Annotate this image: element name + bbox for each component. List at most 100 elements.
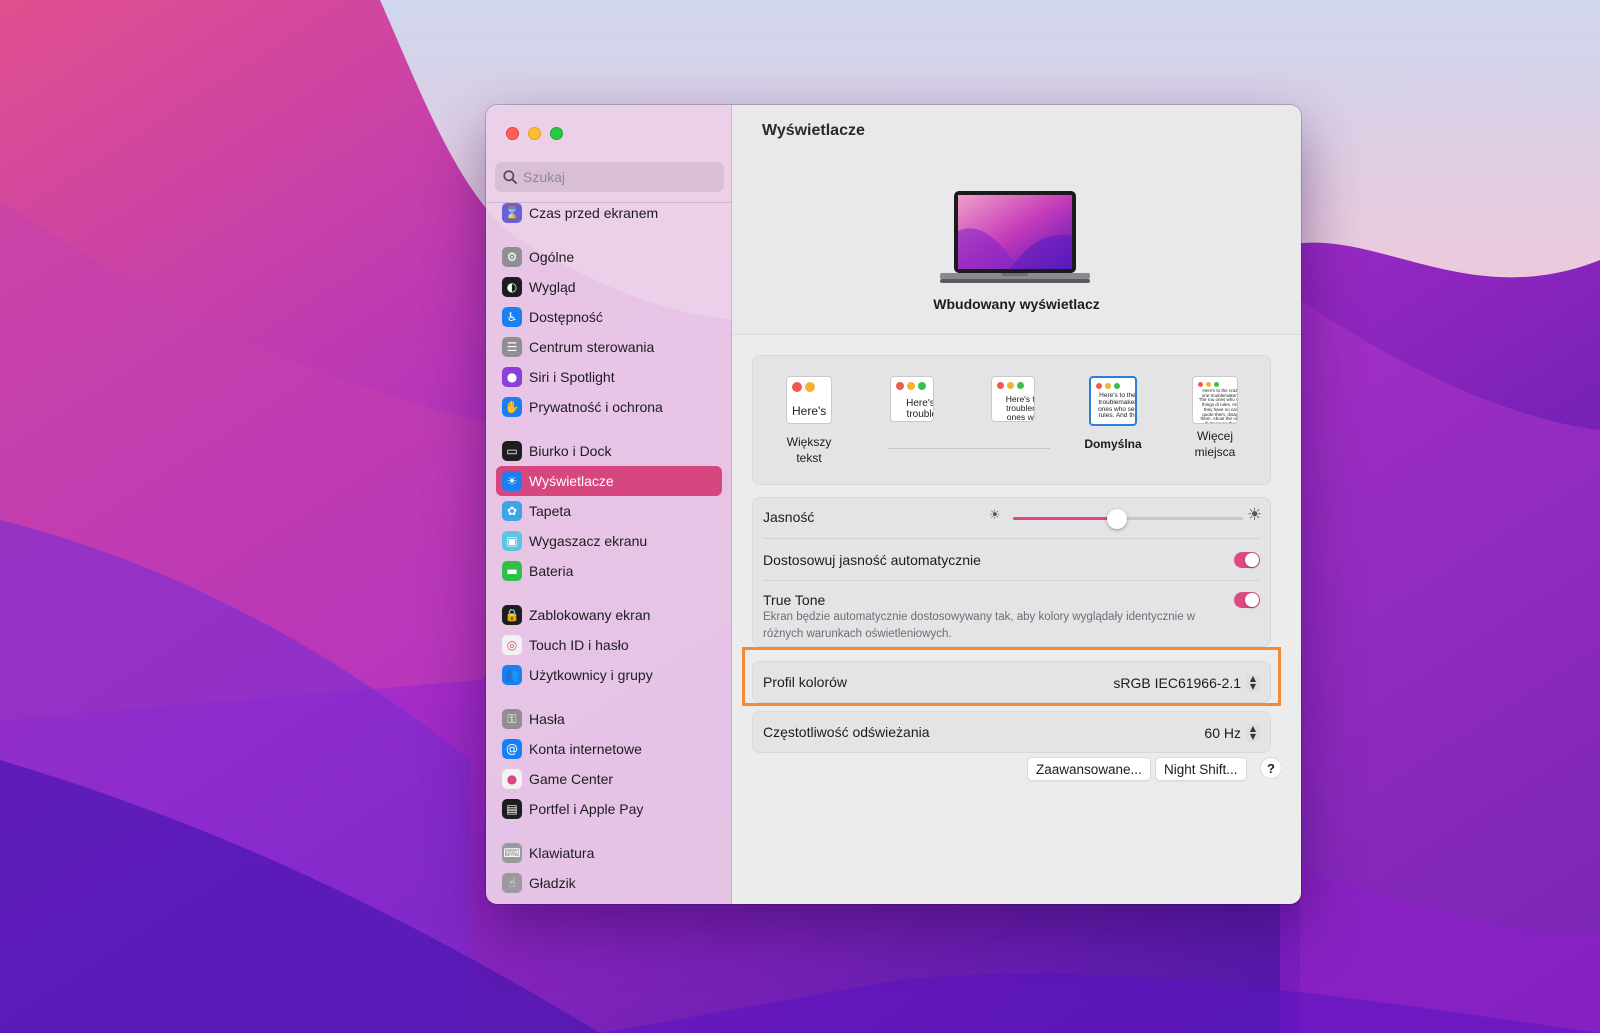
sidebar-item[interactable]: ▤ Portfel i Apple Pay (496, 794, 722, 824)
sidebar-item-label: Prywatność i ochrona (529, 399, 663, 415)
minimize-window-button[interactable] (528, 127, 541, 140)
resolution-option-2[interactable]: Here's to troublem (887, 376, 937, 422)
sidebar-item-label: Ogólne (529, 249, 575, 265)
sidebar-item[interactable]: 🔒 Zablokowany ekran (496, 600, 722, 630)
resolution-label: Większy tekst (786, 435, 832, 466)
help-button[interactable]: ? (1260, 757, 1282, 779)
sidebar-item-label: Tapeta (529, 503, 572, 519)
brightness-slider[interactable]: ☀ ☀ (989, 506, 1263, 530)
flower-icon: ✿ (502, 501, 522, 521)
sidebar-item-label: Game Center (529, 771, 614, 787)
gear-icon: ⚙ (502, 247, 522, 267)
sun-large-icon: ☀ (1247, 505, 1263, 525)
control-center-icon: ☰ (502, 337, 522, 357)
sidebar-item-label: Klawiatura (529, 845, 595, 861)
resolution-preview: Here's (786, 376, 832, 424)
brightness-track[interactable] (1013, 509, 1243, 529)
color-profile-label: Profil kolorów (763, 674, 848, 690)
sidebar-item[interactable]: ◎ Touch ID i hasło (496, 630, 722, 660)
sidebar-item-label: Biurko i Dock (529, 443, 612, 459)
sidebar-item-label: Konta internetowe (529, 741, 642, 757)
sidebar-item[interactable]: ⌨ Klawiatura (496, 838, 722, 868)
refresh-rate-row: Częstotliwość odświeżania 60 Hz ▲ ▼ (752, 711, 1271, 753)
resolution-option-larger-text[interactable]: Here's Większy tekst (773, 376, 845, 466)
sidebar-item[interactable]: ⚿ Hasła (496, 704, 722, 734)
sun-icon: ☀ (502, 471, 522, 491)
resolution-preview: Here's to the c troublemakers. ones who … (1089, 376, 1137, 426)
sidebar-item[interactable]: ☝ Gładzik (496, 868, 722, 898)
display-settings-group: Jasność ☀ ☀ Dostosowuj jasność automatyc… (752, 497, 1271, 647)
sidebar-item-label: Centrum sterowania (529, 339, 655, 355)
sidebar-item[interactable]: ▭ Biurko i Dock (496, 436, 722, 466)
sidebar-item[interactable]: ⌛ Czas przed ekranem (496, 198, 722, 228)
laptop-icon[interactable] (940, 191, 1090, 286)
lock-icon: 🔒 (502, 605, 522, 625)
zoom-window-button[interactable] (550, 127, 563, 140)
resolution-option-default[interactable]: Here's to the c troublemakers. ones who … (1075, 376, 1151, 452)
brightness-label: Jasność (763, 509, 815, 525)
auto-brightness-toggle[interactable] (1234, 552, 1260, 568)
settings-window: ⌛ Czas przed ekranem ⚙ Ogólne ◐ Wygląd ♿ Dostęp… (486, 105, 1301, 904)
game-center-icon: ● (502, 769, 522, 789)
night-shift-button[interactable]: Night Shift... (1155, 757, 1247, 781)
sidebar-item-label: Siri i Spotlight (529, 369, 615, 385)
sidebar-item[interactable]: ♿ Dostępność (496, 302, 722, 332)
chevron-up-down-icon: ▲ ▼ (1246, 674, 1260, 692)
sidebar-item[interactable]: ✋ Prywatność i ochrona (496, 392, 722, 422)
sidebar-item[interactable]: ☰ Centrum sterowania (496, 332, 722, 362)
sidebar-item[interactable]: ◐ Wygląd (496, 272, 722, 302)
sidebar-item[interactable]: ● Game Center (496, 764, 722, 794)
sidebar-item-label: Wyświetlacze (529, 473, 614, 489)
users-icon: 👥 (502, 665, 522, 685)
sidebar-item[interactable]: @ Konta internetowe (496, 734, 722, 764)
chevron-up-down-icon: ▲ ▼ (1246, 724, 1260, 742)
page-title: Wyświetlacze (762, 122, 865, 139)
brightness-knob[interactable] (1106, 509, 1127, 529)
hourglass-icon: ⌛ (502, 203, 522, 223)
resolution-option-more-space[interactable]: Here's to the crazy one troublemakers. T… (1177, 376, 1253, 460)
sidebar-item-label: Zablokowany ekran (529, 607, 651, 623)
sidebar-item[interactable]: ✿ Tapeta (496, 496, 722, 526)
sidebar-item-label: Użytkownicy i grupy (529, 667, 653, 683)
sidebar-item[interactable]: ☀ Wyświetlacze (496, 466, 722, 496)
sidebar-item[interactable]: ⚙ Ogólne (496, 242, 722, 272)
resolution-label: Domyślna (1084, 437, 1142, 451)
search-icon (503, 170, 517, 184)
true-tone-label: True Tone (763, 592, 826, 608)
refresh-rate-value: 60 Hz (1204, 725, 1241, 741)
sidebar-item-label: Bateria (529, 563, 574, 579)
resolution-option-3[interactable]: Here's to t troublema ones who (988, 376, 1038, 422)
search-input[interactable] (523, 169, 713, 185)
sidebar-item[interactable]: ● Siri i Spotlight (496, 362, 722, 392)
siri-icon: ● (502, 367, 522, 387)
sidebar-item[interactable]: ▬ Bateria (496, 556, 722, 586)
resolution-label: Więcej miejsca (1194, 429, 1236, 460)
resolution-preview: Here's to troublem (890, 376, 934, 422)
search-field[interactable] (495, 162, 724, 192)
row-divider (763, 580, 1260, 581)
sidebar-item[interactable]: ▣ Wygaszacz ekranu (496, 526, 722, 556)
sidebar-item-label: Touch ID i hasło (529, 637, 629, 653)
sidebar-item-label: Dostępność (529, 309, 603, 325)
refresh-rate-label: Częstotliwość odświeżania (763, 724, 930, 740)
sidebar-item-label: Portfel i Apple Pay (529, 801, 644, 817)
true-tone-description: Ekran będzie automatycznie dostosowywany… (763, 611, 1196, 640)
color-profile-row: Profil kolorów sRGB IEC61966-2.1 ▲ ▼ (752, 661, 1271, 703)
preview-text: Here's to the c troublemakers. ones who … (1098, 392, 1137, 420)
display-name[interactable]: Wbudowany wyświetlacz (732, 296, 1301, 312)
sidebar-item[interactable]: 👥 Użytkownicy i grupy (496, 660, 722, 690)
advanced-button[interactable]: Zaawansowane... (1027, 757, 1151, 781)
sidebar-item-label: Hasła (529, 711, 565, 727)
color-profile-popup[interactable]: sRGB IEC61966-2.1 ▲ ▼ (1113, 674, 1260, 692)
appearance-icon: ◐ (502, 277, 522, 297)
true-tone-toggle[interactable] (1234, 592, 1260, 608)
refresh-rate-popup[interactable]: 60 Hz ▲ ▼ (1204, 724, 1260, 742)
resolution-picker: Here's Większy tekst Here's to troublem … (752, 355, 1271, 485)
close-window-button[interactable] (506, 127, 519, 140)
sidebar: ⌛ Czas przed ekranem ⚙ Ogólne ◐ Wygląd ♿ Dostęp… (486, 105, 732, 904)
